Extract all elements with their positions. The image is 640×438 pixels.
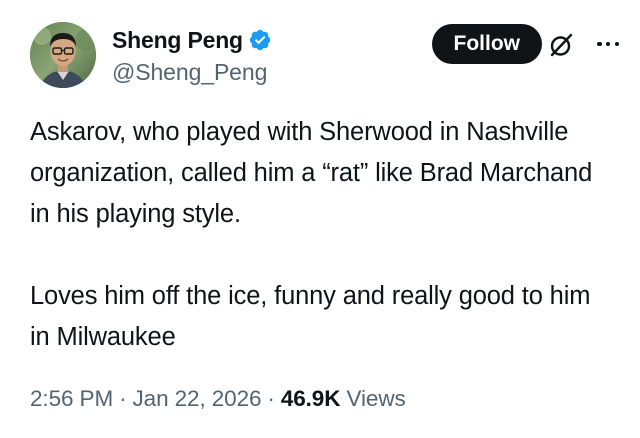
- views-label[interactable]: Views: [347, 386, 406, 411]
- follow-button[interactable]: Follow: [431, 24, 542, 64]
- tweet-meta: 2:56 PM · Jan 22, 2026 · 46.9K Views: [30, 386, 406, 412]
- tweet-paragraph: Loves him off the ice, funny and really …: [30, 282, 591, 351]
- tweet-time[interactable]: 2:56 PM: [30, 386, 113, 411]
- display-name[interactable]: Sheng Peng: [112, 27, 243, 54]
- tweet-card: Sheng Peng @Sheng_Peng Follow Askarov, w…: [0, 0, 640, 438]
- avatar-image: [30, 22, 96, 88]
- tweet-paragraph: Askarov, who played with Sherwood in Nas…: [30, 118, 593, 228]
- display-name-row: Sheng Peng: [112, 26, 272, 54]
- tweet-header: Sheng Peng @Sheng_Peng Follow: [30, 18, 622, 90]
- tweet-date[interactable]: Jan 22, 2026: [133, 386, 262, 411]
- avatar[interactable]: [30, 22, 96, 88]
- tweet-text: Askarov, who played with Sherwood in Nas…: [30, 112, 616, 358]
- more-dot: [614, 41, 619, 47]
- author-handle[interactable]: @Sheng_Peng: [112, 59, 272, 86]
- author-names: Sheng Peng @Sheng_Peng: [112, 26, 272, 86]
- verified-badge-icon[interactable]: [248, 28, 272, 52]
- more-dot: [605, 41, 611, 47]
- meta-separator: ·: [267, 386, 275, 411]
- views-count[interactable]: 46.9K: [281, 386, 341, 411]
- more-dot: [597, 41, 602, 47]
- more-options-icon[interactable]: [594, 34, 622, 54]
- meta-separator: ·: [119, 386, 127, 411]
- grok-icon[interactable]: [548, 32, 574, 58]
